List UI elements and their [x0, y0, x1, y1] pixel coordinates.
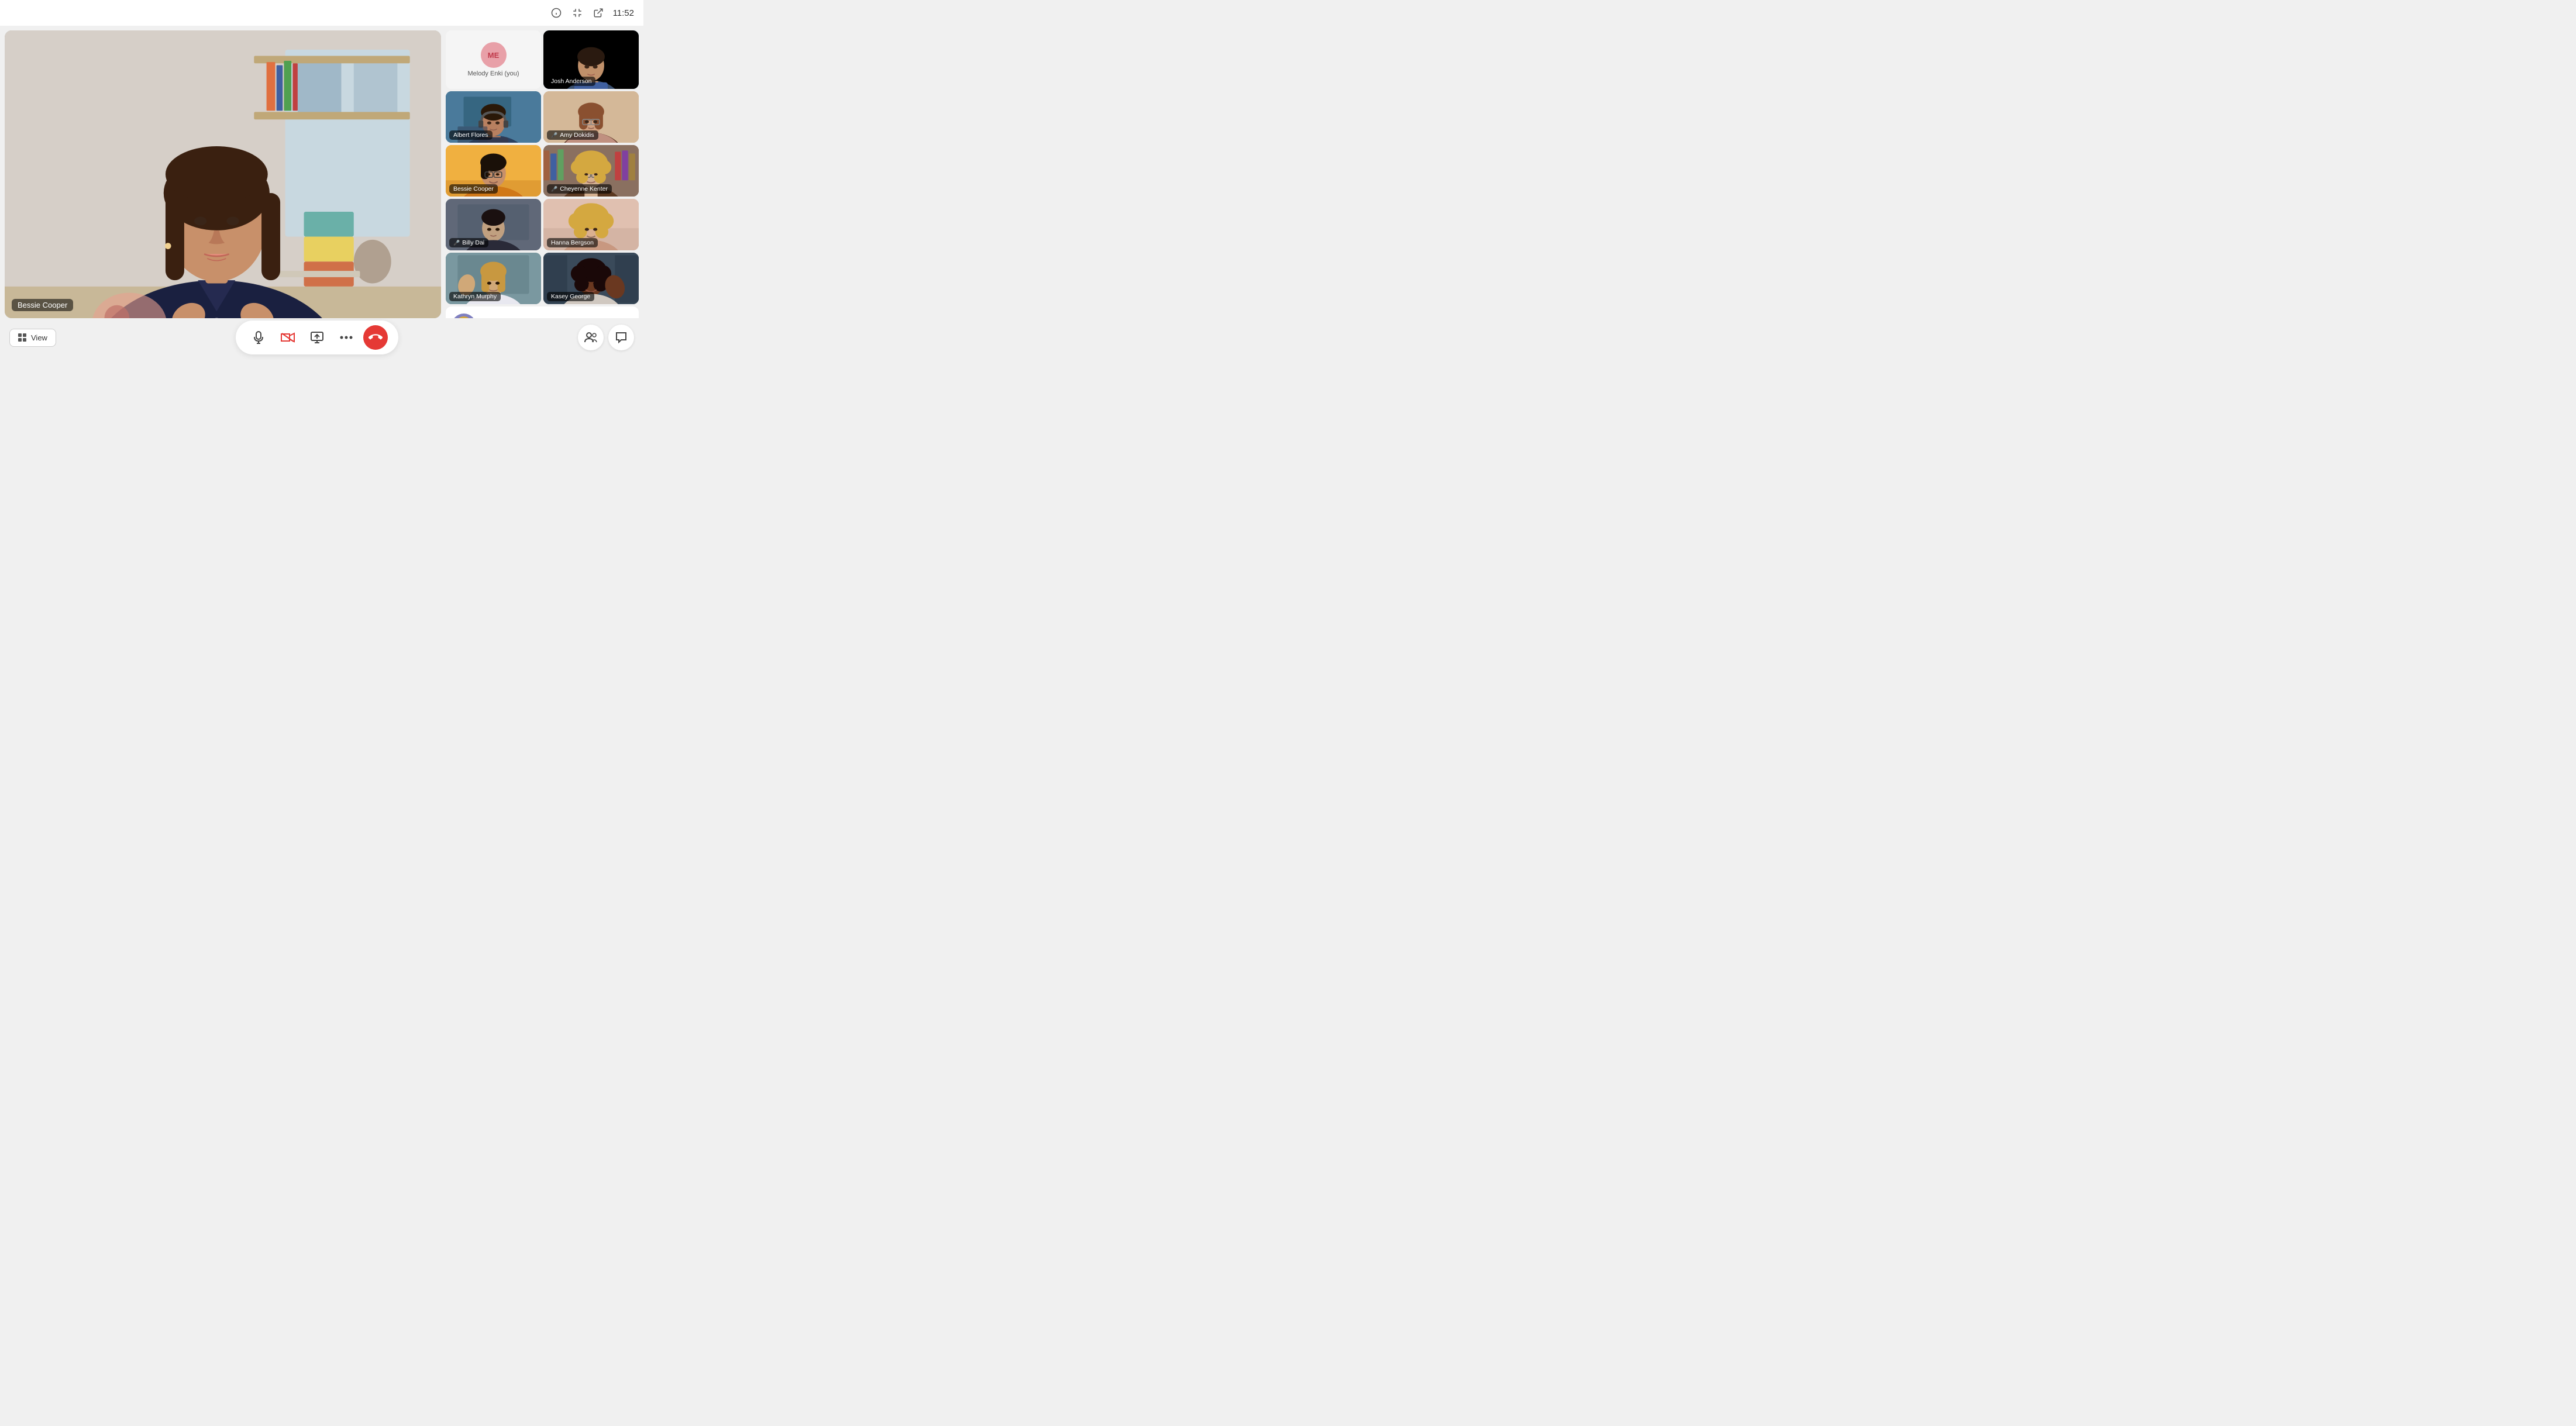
billy-name-text: Billy Dai [462, 239, 484, 246]
screen-share-icon [311, 332, 323, 343]
kasey-name-overlay: Kasey George [547, 292, 594, 301]
cheyenne-muted-icon: 🎤 [551, 186, 557, 192]
camera-off-icon [281, 332, 295, 343]
hanna-name-text: Hanna Bergson [551, 239, 594, 246]
participant-tile-billy[interactable]: 🎤 Billy Dai [446, 199, 541, 250]
participant-tile-hanna[interactable]: Hanna Bergson [543, 199, 639, 250]
josh-name-text: Josh Anderson [551, 78, 591, 85]
end-call-icon [369, 330, 383, 345]
profile-avatar-image [452, 314, 476, 318]
amy-muted-icon: 🎤 [551, 132, 557, 139]
microphone-icon [253, 331, 264, 344]
main-speaker-name: Bessie Cooper [12, 299, 73, 311]
josh-name-overlay: Josh Anderson [547, 77, 595, 86]
screen-share-button[interactable] [305, 325, 329, 350]
view-button[interactable]: View [9, 329, 56, 347]
participants-panel: ME Melody Enki (you) [446, 30, 639, 318]
camera-button[interactable] [275, 325, 300, 350]
participant-tile-cheyenne[interactable]: 🎤 Cheyenne Kenter [543, 145, 639, 197]
profile-card: 🎤 Cheyenne Kenter 📞 (345) ***-***5 [446, 306, 639, 318]
me-avatar: ME [481, 42, 507, 68]
participants-row-4: 🎤 Billy Dai [446, 199, 639, 250]
kasey-name-text: Kasey George [551, 293, 590, 300]
bottom-bar: View [0, 318, 643, 357]
albert-name-overlay: Albert Flores [449, 130, 493, 140]
participants-row-5: Kathryn Murphy [446, 253, 639, 304]
cheyenne-name-text: Cheyenne Kenter [560, 185, 608, 192]
bessie-name-text: Bessie Cooper [453, 185, 494, 192]
participants-button[interactable] [578, 325, 604, 350]
chat-icon [615, 332, 627, 343]
participant-tile-amy[interactable]: 🎤 Amy Dokidis [543, 91, 639, 143]
external-link-icon[interactable] [592, 6, 605, 19]
participants-row-1: ME Melody Enki (you) [446, 30, 639, 89]
participant-tile-kasey[interactable]: Kasey George [543, 253, 639, 304]
profile-card-avatar [452, 314, 476, 318]
hanna-name-overlay: Hanna Bergson [547, 238, 598, 247]
end-call-button[interactable] [363, 325, 388, 350]
bessie-name-overlay: Bessie Cooper [449, 184, 498, 194]
top-bar: 11:52 [0, 0, 643, 26]
kathryn-name-overlay: Kathryn Murphy [449, 292, 501, 301]
participant-tile-josh[interactable]: Josh Anderson [543, 30, 639, 89]
amy-name-overlay: 🎤 Amy Dokidis [547, 130, 598, 140]
billy-name-overlay: 🎤 Billy Dai [449, 238, 488, 247]
chat-button[interactable] [608, 325, 634, 350]
main-video-visual [5, 30, 441, 318]
me-name: Melody Enki (you) [467, 70, 519, 77]
main-video: Bessie Cooper [5, 30, 441, 318]
albert-name-text: Albert Flores [453, 132, 488, 139]
more-options-icon [340, 336, 353, 339]
main-video-background [5, 30, 441, 318]
me-initials: ME [488, 51, 500, 60]
billy-muted-icon: 🎤 [453, 240, 460, 246]
participants-row-3: Bessie Cooper [446, 145, 639, 197]
participants-row-2: Albert Flores [446, 91, 639, 143]
grid-icon [18, 333, 27, 342]
participant-tile-me[interactable]: ME Melody Enki (you) [446, 30, 541, 89]
amy-name-text: Amy Dokidis [560, 132, 594, 139]
profile-card-name-row: 🎤 Cheyenne Kenter [452, 314, 633, 318]
right-controls [578, 325, 634, 350]
microphone-button[interactable] [246, 325, 271, 350]
info-icon[interactable] [550, 6, 563, 19]
call-controls [236, 321, 398, 354]
cheyenne-name-overlay: 🎤 Cheyenne Kenter [547, 184, 612, 194]
shrink-icon[interactable] [571, 6, 584, 19]
current-time: 11:52 [613, 8, 634, 18]
main-content: Bessie Cooper ME Melody Enki (you) [0, 26, 643, 318]
kathryn-name-text: Kathryn Murphy [453, 293, 497, 300]
participants-icon [584, 332, 597, 343]
participant-tile-bessie[interactable]: Bessie Cooper [446, 145, 541, 197]
participant-tile-kathryn[interactable]: Kathryn Murphy [446, 253, 541, 304]
participant-tile-albert[interactable]: Albert Flores [446, 91, 541, 143]
more-options-button[interactable] [334, 325, 359, 350]
view-label: View [31, 333, 47, 342]
